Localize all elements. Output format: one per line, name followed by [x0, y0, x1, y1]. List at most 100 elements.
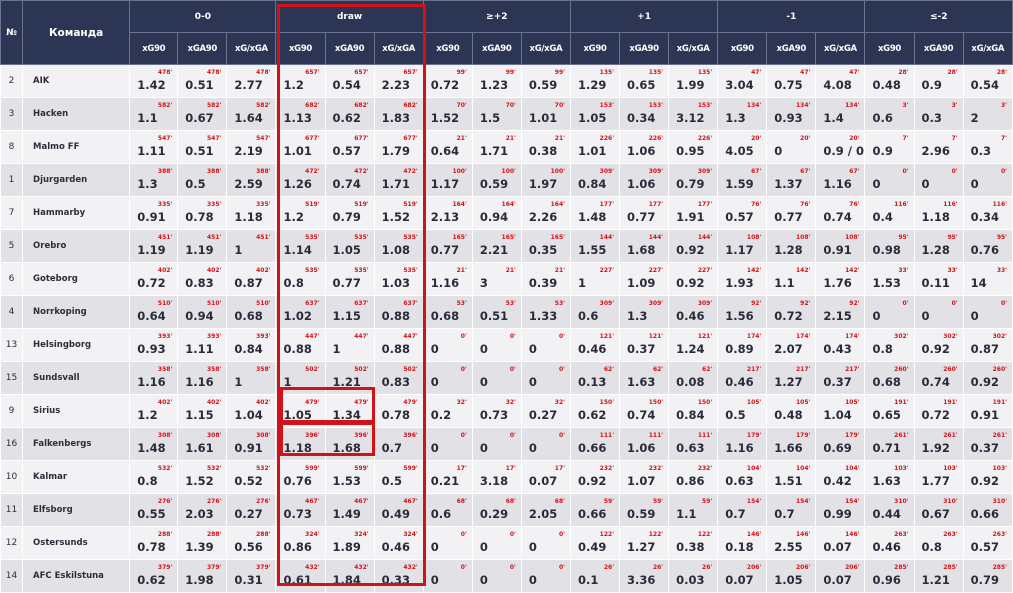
stat-cell: 0' 0 [422, 526, 473, 560]
stat-value: 1.66 [774, 441, 803, 455]
minutes-label: 657' [403, 69, 418, 76]
row-number: 9 [0, 394, 24, 428]
stat-value: 0.03 [676, 573, 705, 587]
team-name: Elfsborg [22, 493, 131, 527]
metric-header[interactable]: xG/xGA [962, 32, 1013, 65]
stat-value: 1.2 [137, 408, 158, 422]
stat-cell: 657' 2.23 [373, 64, 424, 98]
table-row: 7 Hammarby 335' 0.91 335' 0.78 335' 1.18 519' 1.2… [0, 196, 1013, 230]
metric-header[interactable]: xG90 [422, 32, 473, 65]
stat-cell: 432' 0.61 [275, 559, 326, 593]
group-header[interactable]: draw [275, 0, 424, 33]
minutes-label: 3' [1000, 102, 1007, 109]
team-header[interactable]: Команда [22, 0, 131, 65]
stat-value: 1.01 [283, 144, 312, 158]
stat-value: 2.13 [430, 210, 460, 224]
metric-header[interactable]: xG90 [864, 32, 915, 65]
stat-value: 1.42 [137, 78, 166, 92]
metric-header[interactable]: xG/xGA [520, 32, 571, 65]
metric-header[interactable]: xGA90 [471, 32, 522, 65]
stat-cell: 451' 1.19 [177, 229, 228, 263]
team-name: Sirius [22, 394, 131, 428]
minutes-label: 121' [599, 333, 615, 340]
metric-header[interactable]: xG/xGA [668, 32, 719, 65]
minutes-label: 637' [305, 300, 320, 307]
minutes-label: 33' [898, 267, 909, 274]
metric-header[interactable]: xG/xGA [226, 32, 277, 65]
stat-cell: 447' 0.88 [373, 328, 424, 362]
metric-header[interactable]: xGA90 [913, 32, 964, 65]
group-header[interactable]: 0-0 [129, 0, 277, 33]
metric-header[interactable]: xGA90 [324, 32, 375, 65]
stat-value: 0.83 [381, 375, 410, 389]
stat-value: 0.65 [872, 408, 901, 422]
stat-cell: 0' 0 [471, 328, 522, 362]
group-header[interactable]: -1 [717, 0, 866, 33]
minutes-label: 261' [992, 432, 1007, 439]
minutes-label: 33' [996, 267, 1007, 274]
stat-value: 0.73 [479, 408, 509, 422]
minutes-label: 68' [554, 498, 565, 505]
metric-header[interactable]: xG90 [569, 32, 621, 65]
group-header[interactable]: +1 [569, 0, 719, 33]
stat-value: 0.59 [479, 177, 509, 191]
minutes-label: 677' [354, 135, 369, 142]
stat-cell: 0' 0 [913, 295, 964, 329]
stat-value: 1 [234, 375, 243, 389]
stat-cell: 432' 0.33 [373, 559, 424, 593]
stat-cell: 26' 3.36 [619, 559, 670, 593]
stat-cell: 288' 0.78 [129, 526, 179, 560]
metric-header[interactable]: xG90 [717, 32, 768, 65]
minutes-label: 519' [403, 201, 418, 208]
stat-value: 1.3 [137, 177, 158, 191]
stat-cell: 308' 0.91 [226, 427, 277, 461]
minutes-label: 309' [599, 168, 615, 175]
minutes-label: 393' [207, 333, 222, 340]
stat-value: 0.21 [430, 474, 460, 488]
minutes-label: 53' [505, 300, 516, 307]
minutes-label: 206' [795, 564, 811, 571]
table-row: 1 Djurgarden 388' 1.3 388' 0.5 388' 2.59 472' 1.2… [0, 163, 1013, 197]
stat-value: 0.42 [823, 474, 852, 488]
group-header[interactable]: ≥+2 [422, 0, 571, 33]
minutes-label: 76' [751, 201, 762, 208]
stat-value: 3.36 [627, 573, 656, 587]
metric-header[interactable]: xGA90 [619, 32, 670, 65]
stat-cell: 122' 0.49 [569, 526, 621, 560]
group-header[interactable]: ≤-2 [864, 0, 1013, 33]
stats-table-view: № Команда 0-0 draw ≥+2 +1 -1 ≤-2 xG90 xGA90 xG/… [0, 0, 1013, 593]
minutes-label: 20' [849, 135, 860, 142]
stat-cell: 3' 0.6 [864, 97, 915, 131]
stat-cell: 309' 0.6 [569, 295, 621, 329]
minutes-label: 637' [354, 300, 369, 307]
minutes-label: 358' [207, 366, 222, 373]
minutes-label: 358' [256, 366, 271, 373]
minutes-label: 478' [157, 69, 173, 76]
num-header[interactable]: № [0, 0, 24, 65]
stat-cell: 276' 2.03 [177, 493, 228, 527]
stat-value: 1.97 [528, 177, 558, 191]
stat-cell: 532' 1.52 [177, 460, 228, 494]
metric-header[interactable]: xG90 [275, 32, 326, 65]
stat-cell: 135' 0.65 [619, 64, 670, 98]
metric-header[interactable]: xG/xGA [815, 32, 866, 65]
stat-cell: 447' 1 [324, 328, 375, 362]
metric-header[interactable]: xG/xGA [373, 32, 424, 65]
stat-value: 1.11 [137, 144, 166, 158]
stat-value: 1.06 [627, 144, 656, 158]
minutes-label: 135' [599, 69, 615, 76]
metric-header[interactable]: xGA90 [766, 32, 817, 65]
stat-cell: 92' 0.72 [766, 295, 817, 329]
minutes-label: 478' [207, 69, 222, 76]
stat-value: 1.68 [627, 243, 656, 257]
stat-cell: 657' 1.2 [275, 64, 326, 98]
stat-value: 2.07 [774, 342, 803, 356]
minutes-label: 47' [751, 69, 762, 76]
stat-value: 1.17 [725, 243, 754, 257]
minutes-label: 467' [354, 498, 369, 505]
stat-cell: 7' 0.9 [864, 130, 915, 164]
team-name: AIK [22, 64, 131, 98]
metric-header[interactable]: xGA90 [177, 32, 228, 65]
metric-header[interactable]: xG90 [129, 32, 179, 65]
minutes-label: 479' [354, 399, 369, 406]
